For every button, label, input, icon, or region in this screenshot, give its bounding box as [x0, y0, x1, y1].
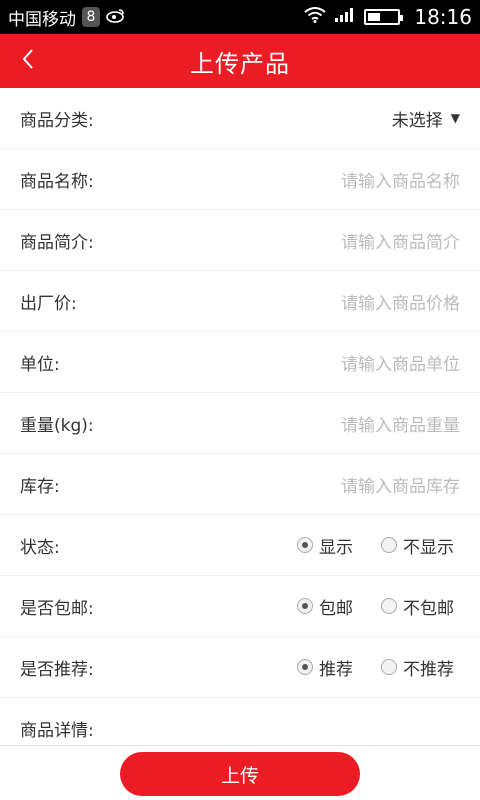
title-bar: 上传产品	[0, 34, 480, 88]
unit-placeholder: 请输入商品单位	[341, 354, 460, 375]
recommend-option-no[interactable]: 不推荐	[381, 655, 454, 680]
status-label: 状态:	[20, 537, 60, 558]
weibo-icon	[106, 7, 126, 27]
status-bar: 中国移动 8 18:16	[0, 0, 480, 34]
battery-icon	[364, 9, 404, 25]
status-radio-group: 显示 不显示	[297, 533, 454, 558]
status-option-show[interactable]: 显示	[297, 533, 353, 558]
recommend-option-yes[interactable]: 推荐	[297, 655, 353, 680]
name-label: 商品名称:	[20, 171, 94, 192]
radio-checked-icon	[297, 659, 313, 675]
upload-button[interactable]: 上传	[120, 752, 360, 796]
unit-label: 单位:	[20, 354, 60, 375]
radio-unchecked-icon	[381, 537, 397, 553]
name-input[interactable]: 请输入商品名称	[341, 167, 460, 192]
recommend-option-yes-label: 推荐	[319, 659, 353, 680]
radio-checked-icon	[297, 537, 313, 553]
intro-placeholder: 请输入商品简介	[341, 232, 460, 253]
clock: 18:16	[414, 5, 472, 29]
status-row: 状态: 显示 不显示	[0, 515, 480, 576]
intro-row[interactable]: 商品简介: 请输入商品简介	[0, 210, 480, 271]
radio-unchecked-icon	[381, 659, 397, 675]
weight-input[interactable]: 请输入商品重量	[341, 411, 460, 436]
intro-input[interactable]: 请输入商品简介	[341, 228, 460, 253]
carrier-name: 中国移动	[8, 9, 76, 30]
category-label: 商品分类:	[20, 110, 94, 131]
shipping-option-paid-label: 不包邮	[403, 598, 454, 619]
category-value: 未选择 ▼	[392, 106, 460, 131]
intro-label: 商品简介:	[20, 232, 94, 253]
shipping-option-free[interactable]: 包邮	[297, 594, 353, 619]
dropdown-arrow-icon: ▼	[450, 111, 460, 125]
status-option-show-label: 显示	[319, 537, 353, 558]
shipping-row: 是否包邮: 包邮 不包邮	[0, 576, 480, 637]
price-row[interactable]: 出厂价: 请输入商品价格	[0, 271, 480, 332]
page-title: 上传产品	[190, 49, 290, 78]
shipping-label: 是否包邮:	[20, 598, 94, 619]
product-form: 商品分类: 未选择 ▼ 商品名称: 请输入商品名称 商品简介: 请输入商品简介 …	[0, 88, 480, 759]
unit-row[interactable]: 单位: 请输入商品单位	[0, 332, 480, 393]
radio-checked-icon	[297, 598, 313, 614]
recommend-label: 是否推荐:	[20, 659, 94, 680]
back-button[interactable]	[6, 34, 50, 88]
stock-input[interactable]: 请输入商品库存	[341, 472, 460, 497]
bottom-bar: 上传	[0, 745, 480, 800]
recommend-option-no-label: 不推荐	[403, 659, 454, 680]
recommend-radio-group: 推荐 不推荐	[297, 655, 454, 680]
detail-label: 商品详情:	[20, 721, 94, 741]
shipping-radio-group: 包邮 不包邮	[297, 594, 454, 619]
unit-input[interactable]: 请输入商品单位	[341, 350, 460, 375]
status-option-hide-label: 不显示	[403, 537, 454, 558]
category-row[interactable]: 商品分类: 未选择 ▼	[0, 88, 480, 149]
weight-placeholder: 请输入商品重量	[341, 415, 460, 436]
price-label: 出厂价:	[20, 293, 77, 314]
battery-fill	[368, 13, 380, 21]
weight-row[interactable]: 重量(kg): 请输入商品重量	[0, 393, 480, 454]
weight-label: 重量(kg):	[20, 415, 94, 436]
stock-label: 库存:	[20, 476, 60, 497]
wifi-icon	[304, 6, 326, 28]
price-input[interactable]: 请输入商品价格	[341, 289, 460, 314]
status-right: 18:16	[304, 5, 472, 29]
category-select[interactable]: 未选择 ▼	[392, 106, 460, 131]
status-left: 中国移动 8	[8, 5, 304, 30]
name-row[interactable]: 商品名称: 请输入商品名称	[0, 149, 480, 210]
price-placeholder: 请输入商品价格	[341, 293, 460, 314]
category-selected-text: 未选择	[391, 110, 443, 131]
signal-icon	[334, 7, 356, 28]
stock-row[interactable]: 库存: 请输入商品库存	[0, 454, 480, 515]
status-option-hide[interactable]: 不显示	[381, 533, 454, 558]
recommend-row: 是否推荐: 推荐 不推荐	[0, 637, 480, 698]
name-placeholder: 请输入商品名称	[341, 171, 460, 192]
radio-unchecked-icon	[381, 598, 397, 614]
stock-placeholder: 请输入商品库存	[341, 476, 460, 497]
chevron-left-icon	[21, 48, 35, 74]
shipping-option-free-label: 包邮	[319, 598, 353, 619]
notification-badge: 8	[82, 7, 100, 27]
shipping-option-paid[interactable]: 不包邮	[381, 594, 454, 619]
